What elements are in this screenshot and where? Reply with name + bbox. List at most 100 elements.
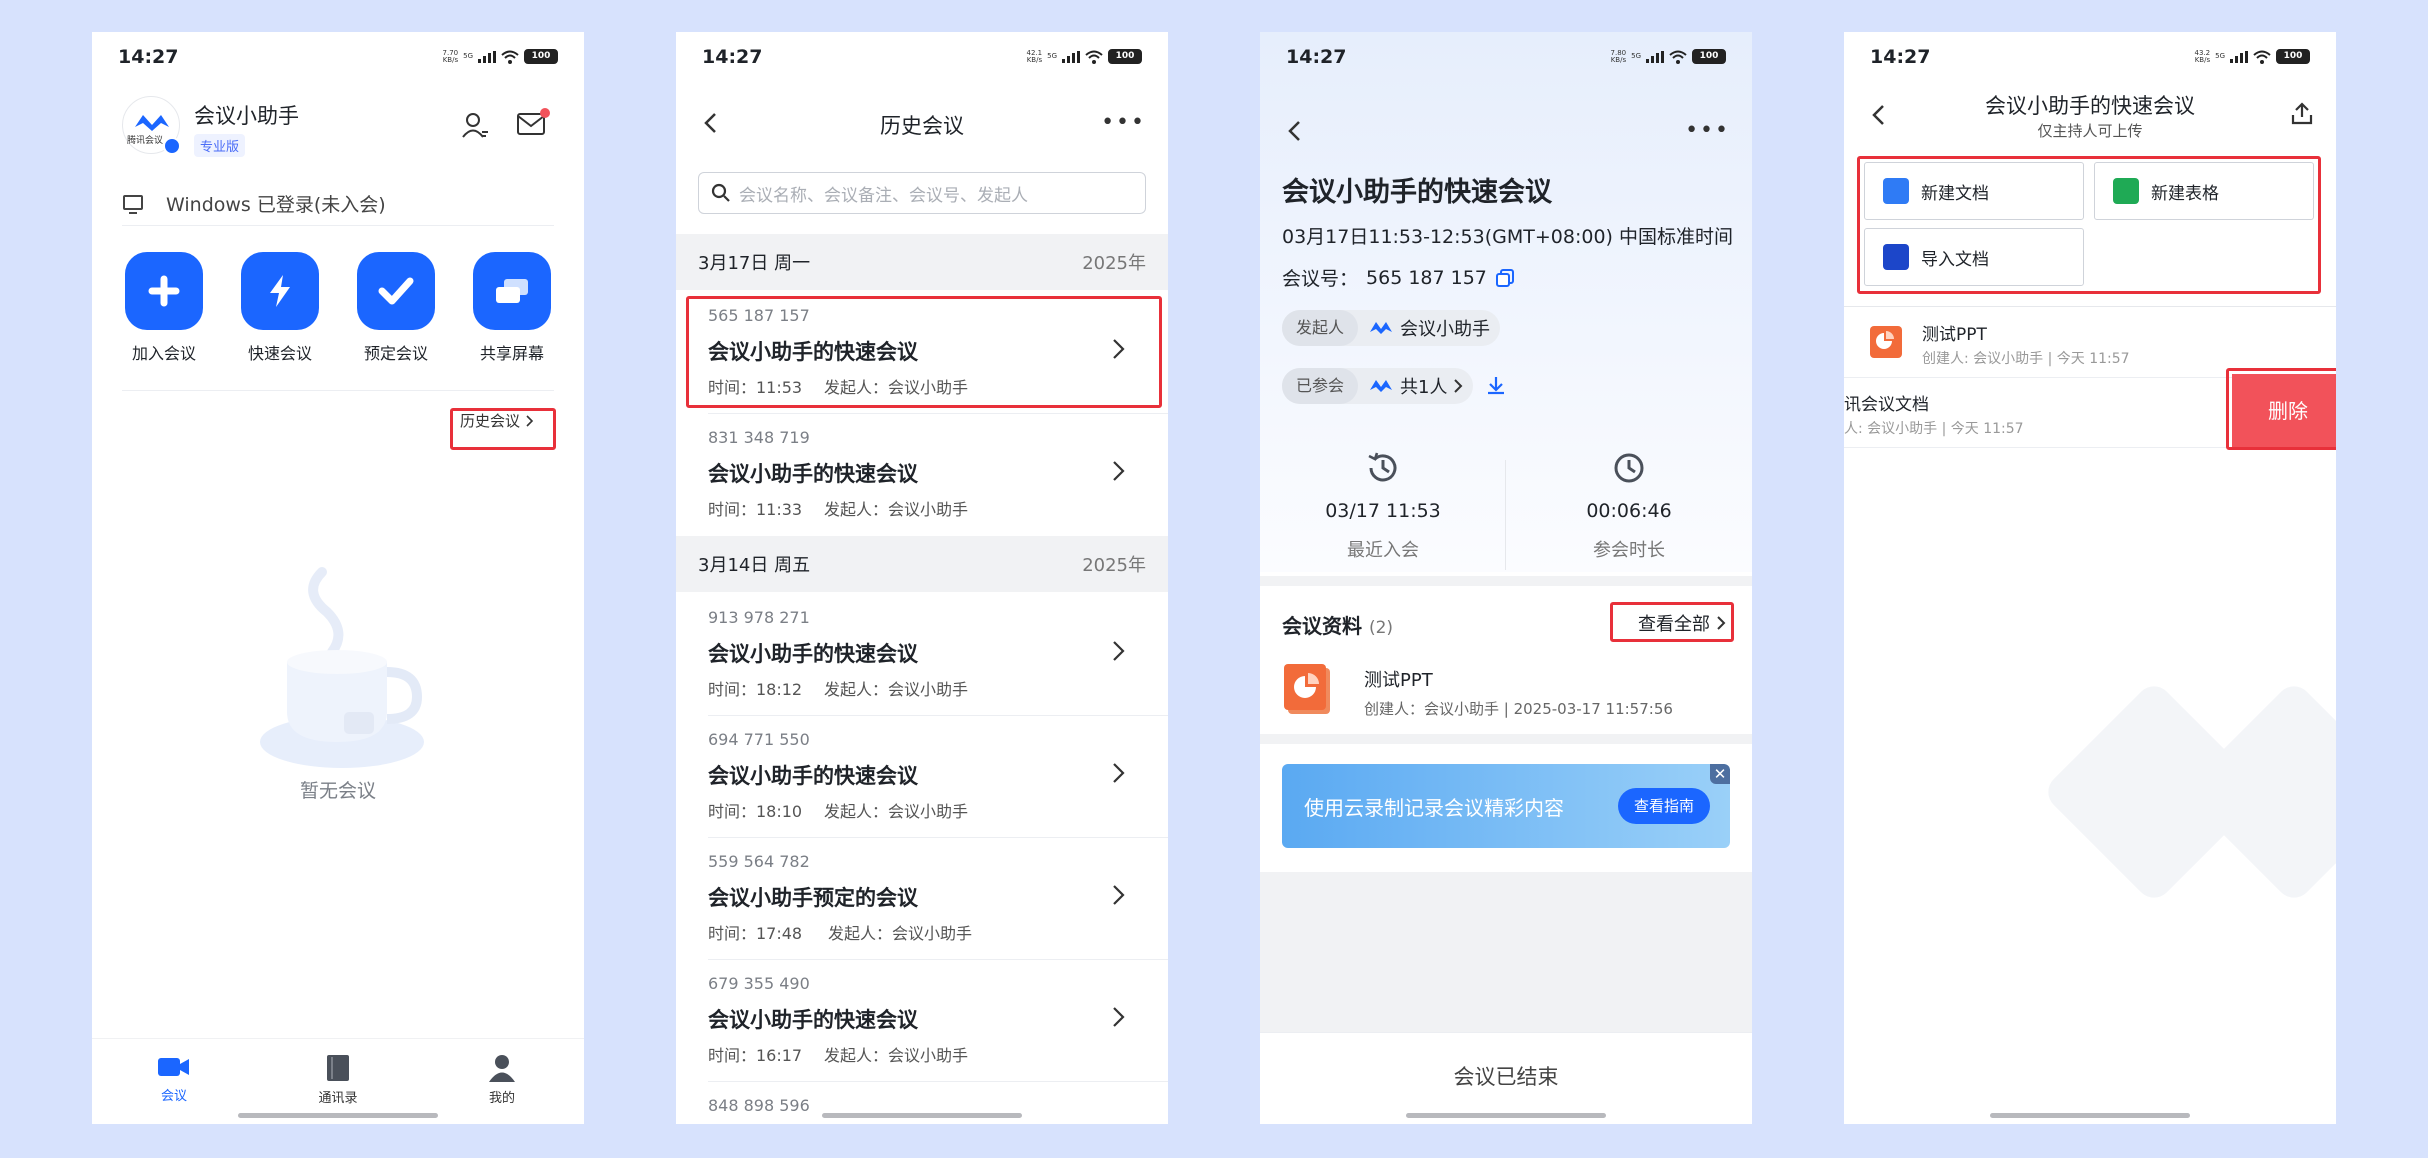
battery-icon: 100 [1692, 49, 1726, 64]
highlight-box [2226, 368, 2336, 450]
history-screen: 14:27 42.1 KB/s 5G 100 历史会议 ••• 会议名称、会议备… [676, 32, 1168, 1124]
chevron-right-icon [1113, 641, 1125, 661]
tab-meetings[interactable]: 会议 [124, 1039, 224, 1124]
meeting-list-item[interactable]: 848 898 596 [676, 1084, 1168, 1124]
add-contact-icon[interactable] [460, 110, 490, 140]
tab-label: 通讯录 [318, 1091, 358, 1106]
page-title: 历史会议 [880, 114, 964, 138]
materials-title: 会议资料 (2) [1282, 610, 1393, 639]
group-year: 2025年 [1082, 253, 1146, 274]
tab-me[interactable]: 我的 [452, 1039, 552, 1124]
meeting-host: 发起人：会议小助手 [824, 802, 969, 821]
banner-text: 使用云录制记录会议精彩内容 [1304, 796, 1564, 820]
home-screen: 14:27 7.70 KB/s 5G 100 腾讯会议 会议小助手 专业版 Wi… [92, 32, 584, 1124]
tab-contacts[interactable]: 通讯录 [288, 1039, 388, 1124]
status-icons: 7.80 KB/s 5G 100 [1611, 49, 1726, 64]
page-subtitle: 仅主持人可上传 [2037, 122, 2143, 140]
meeting-id-value: 565 187 157 [1366, 266, 1487, 289]
share-upload-icon[interactable] [2290, 102, 2314, 126]
search-input[interactable]: 会议名称、会议备注、会议号、发起人 [698, 172, 1146, 214]
highlight-box [686, 296, 1162, 408]
battery-icon: 100 [524, 49, 558, 64]
document-creator: 创建人: 会议小助手 [1922, 351, 2044, 367]
status-icons: 42.1 KB/s 5G 100 [1027, 49, 1142, 64]
meeting-list-item[interactable]: 679 355 490 会议小助手的快速会议 时间：16:17 发起人：会议小助… [676, 962, 1168, 1082]
monitor-icon [123, 194, 143, 214]
joined-label: 已参会 [1282, 368, 1359, 404]
battery-icon: 100 [2276, 49, 2310, 64]
meeting-list-item[interactable]: 694 771 550 会议小助手的快速会议 时间：18:10 发起人：会议小助… [676, 718, 1168, 838]
wifi-icon [501, 50, 519, 64]
document-creator: 人: 会议小助手 [1844, 421, 1938, 437]
attendee-avatar-icon [1370, 380, 1393, 392]
logo-text: 腾讯会议 [127, 136, 164, 146]
view-guide-button[interactable]: 查看指南 [1617, 788, 1710, 824]
net-speed: 7.70 KB/s [442, 48, 459, 64]
meeting-list-item[interactable]: 559 564 782 会议小助手预定的会议 时间：17:48 发起人：会议小助… [676, 840, 1168, 960]
cloud-recording-banner[interactable]: 使用云录制记录会议精彩内容 查看指南 ✕ [1282, 764, 1730, 848]
status-time: 14:27 [118, 46, 179, 68]
group-date: 3月14日 周五 [698, 555, 811, 576]
signal-icon [2230, 50, 2248, 63]
avatar[interactable]: 腾讯会议 [122, 96, 181, 155]
clock-icon [1614, 453, 1644, 483]
join-meeting-button[interactable]: 加入会议 [112, 252, 216, 364]
meeting-time: 时间：18:10 [708, 802, 803, 821]
mail-icon[interactable] [516, 108, 550, 138]
meeting-host: 发起人：会议小助手 [824, 1046, 969, 1065]
meeting-time: 时间：18:12 [708, 680, 803, 699]
net-speed: 42.1 KB/s [1026, 48, 1043, 64]
document-meta: 人: 会议小助手 | 今天 11:57 [1844, 421, 2024, 437]
home-indicator [1406, 1113, 1606, 1118]
quick-meeting-button[interactable]: 快速会议 [228, 252, 332, 364]
meeting-name: 会议小助手的快速会议 [708, 462, 918, 486]
ppt-file-icon [1284, 664, 1330, 714]
highlight-box [1857, 156, 2321, 294]
home-indicator [1990, 1113, 2190, 1118]
file-name: 测试PPT [1364, 670, 1433, 691]
windows-login-row[interactable]: Windows 已登录(未入会) [122, 182, 554, 226]
meeting-time: 时间：11:33 [708, 500, 803, 519]
host-avatar-icon [1370, 322, 1393, 334]
tab-label: 我的 [488, 1091, 515, 1106]
material-file-item[interactable]: 测试PPT 创建人：会议小助手 | 2025-03-17 11:57:56 [1282, 662, 1730, 722]
status-time: 14:27 [1870, 46, 1931, 68]
meeting-ended-label: 会议已结束 [1260, 1032, 1752, 1124]
ppt-file-icon [1870, 326, 1902, 358]
nav-bar: 历史会议 ••• [676, 104, 1168, 144]
meeting-id: 831 348 719 [708, 428, 810, 447]
download-icon[interactable] [1484, 374, 1508, 398]
meeting-list-item[interactable]: 831 348 719 会议小助手的快速会议 时间：11:33 发起人：会议小助… [676, 416, 1168, 536]
plus-icon [148, 275, 180, 307]
meeting-time-range: 03月17日11:53-12:53(GMT+08:00) 中国标准时间… [1282, 226, 1732, 248]
net-speed: 43.2 KB/s [2194, 48, 2211, 64]
meeting-name: 会议小助手的快速会议 [708, 764, 918, 788]
documents-screen: 14:27 43.2 KB/s 5G 100 会议小助手的快速会议 仅主持人可上… [1844, 32, 2336, 1124]
action-label: 快速会议 [247, 344, 312, 363]
status-time: 14:27 [702, 46, 763, 68]
signal-icon [1062, 50, 1080, 63]
bolt-icon [270, 275, 290, 307]
meeting-detail-screen: 14:27 7.80 KB/s 5G 100 ••• 会议小助手的快速会议 03… [1260, 32, 1752, 1124]
meeting-list-item[interactable]: 913 978 271 会议小助手的快速会议 时间：18:12 发起人：会议小助… [676, 596, 1168, 716]
divider [122, 390, 554, 391]
stat-caption: 参会时长 [1593, 540, 1665, 561]
copy-icon[interactable] [1495, 268, 1515, 288]
meeting-id-row: 会议号： 565 187 157 [1282, 264, 1515, 291]
attendees-chip[interactable]: 已参会 共1人 [1282, 368, 1474, 404]
stat-divider [1505, 460, 1506, 570]
net-type: 5G [1631, 52, 1641, 60]
back-arrow-icon[interactable] [1284, 120, 1306, 142]
schedule-meeting-button[interactable]: 预定会议 [344, 252, 448, 364]
status-icons: 43.2 KB/s 5G 100 [2195, 49, 2310, 64]
more-icon[interactable]: ••• [1101, 112, 1146, 134]
materials-count: (2) [1368, 618, 1394, 638]
close-icon[interactable]: ✕ [1710, 764, 1730, 784]
status-icons: 7.70 KB/s 5G 100 [443, 49, 558, 64]
chevron-right-icon [1113, 461, 1125, 481]
meeting-id-label: 会议号： [1282, 268, 1359, 290]
share-screen-button[interactable]: 共享屏幕 [460, 252, 564, 364]
row-divider [708, 413, 1168, 414]
more-icon[interactable]: ••• [1685, 120, 1730, 142]
wifi-icon [1085, 50, 1103, 64]
